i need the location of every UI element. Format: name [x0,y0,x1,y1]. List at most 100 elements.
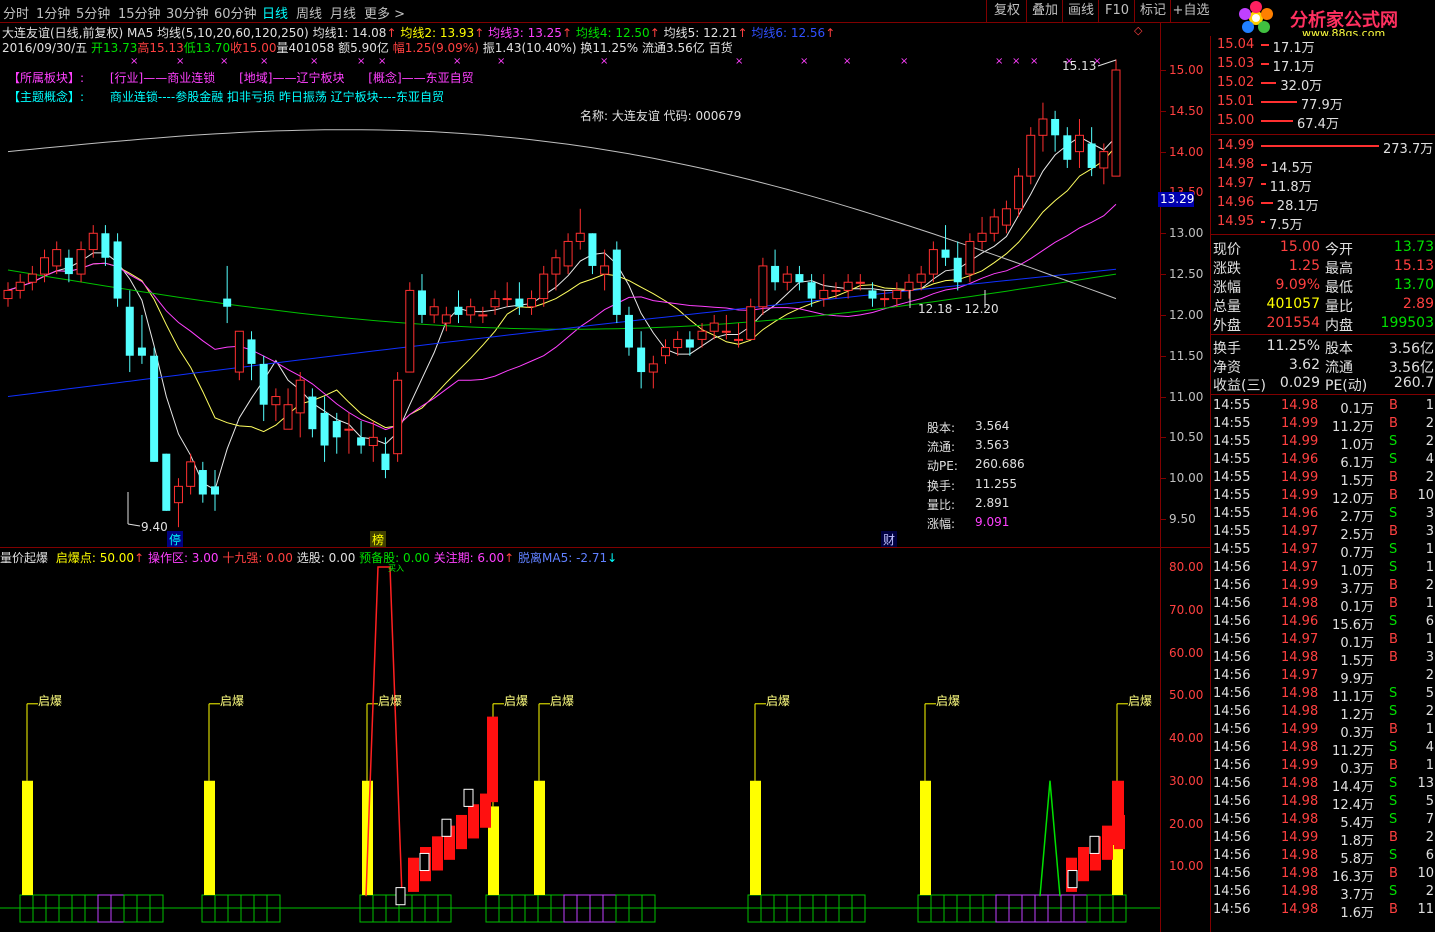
tick-row[interactable]: 14:55 14.99 11.2万 B 2 [1211,415,1435,435]
period-tab-60min[interactable]: 60分钟 [214,3,257,22]
period-tab-daily[interactable]: 日线 [262,3,288,22]
stair-block [1112,780,1124,845]
tick-price: 14.98 [1281,775,1319,791]
tag-finance[interactable]: 财 [881,531,898,548]
sector-concept[interactable]: [概念]——东亚自贸 [368,71,473,85]
candle-body [551,257,561,275]
price-tick [1161,478,1166,480]
candle-body [843,281,853,291]
period-tab-1min[interactable]: 1分钟 [36,3,70,22]
tick-row[interactable]: 14:55 14.96 2.7万 S 3 [1211,505,1435,525]
period-tab-5min[interactable]: 5分钟 [76,3,110,22]
price-chart[interactable]: × × × × × × × × × × × × × × × × × × × ◇ 大连友谊(日线,前复权) MA5 均线… [0,22,1160,548]
candle [405,282,415,373]
candle [977,216,987,250]
period-tab-fenshi[interactable]: 分时 [3,3,29,22]
tick-row[interactable]: 14:56 14.98 1.6万 B 11 [1211,901,1435,921]
tick-row[interactable]: 14:56 14.98 5.4万 S 7 [1211,811,1435,831]
candle [381,437,390,479]
tick-row[interactable]: 14:55 14.98 0.1万 B 1 [1211,397,1435,417]
tick-row[interactable]: 14:56 14.99 0.3万 B 1 [1211,721,1435,741]
tick-row[interactable]: 14:56 14.98 1.5万 B 3 [1211,649,1435,669]
candle [15,274,25,299]
fuquan-button[interactable]: 复权 [986,0,1027,22]
candle [101,225,110,266]
bid-volume-bar [1261,145,1379,147]
tag-halt[interactable]: 停 [167,531,184,548]
tick-row[interactable]: 14:56 14.98 11.1万 S 5 [1211,685,1435,705]
tick-row[interactable]: 14:56 14.99 0.3万 B 1 [1211,757,1435,777]
candle [162,453,171,511]
tick-price: 14.98 [1281,703,1319,719]
ask-volume-bar [1261,101,1297,103]
tick-row[interactable]: 14:55 14.97 0.7万 S 1 [1211,541,1435,561]
period-tab-15min[interactable]: 15分钟 [118,3,161,22]
candle [454,290,463,324]
tick-count: 1 [1425,757,1434,773]
sector-line: 【所属板块】: [行业]——商业连锁 [地域]——辽宁板块 [概念]——东亚自贸 [8,69,474,86]
tick-row[interactable]: 14:56 14.96 15.6万 S 6 [1211,613,1435,633]
watch-period-value: 关注期: 6.00 [433,551,505,565]
indicator-chart[interactable]: 买入 量价起爆 启爆点: 50.00↑ 操作区: 3.00 十九强: 0.00 … [0,548,1160,932]
tick-price: 14.96 [1281,505,1319,521]
qibao-label: 启爆 [550,693,575,708]
tick-price: 14.97 [1281,667,1319,683]
candle [198,461,207,503]
price-tick [1161,519,1166,520]
tick-row[interactable]: 14:56 14.97 9.9万 2 [1211,667,1435,687]
info-value: 9.091 [975,515,1010,529]
tick-time: 14:55 [1213,397,1251,413]
candle-body [941,249,950,258]
period-tab-monthly[interactable]: 月线 [330,3,356,22]
tick-price: 14.99 [1281,469,1319,485]
theme-line: 【主题概念】: 商业连锁----参股金融 扣非亏损 昨日振荡 辽宁板块----东… [8,88,444,105]
ask-price: 15.03 [1217,56,1255,71]
tick-row[interactable]: 14:56 14.98 3.7万 S 2 [1211,883,1435,903]
stair-block [468,804,479,839]
candle [819,274,829,307]
sector-region[interactable]: [地域]——辽宁板块 [239,71,344,85]
candle [502,282,512,307]
tick-side: S [1389,811,1398,827]
tick-row[interactable]: 14:56 14.98 12.4万 S 5 [1211,793,1435,813]
tag-list[interactable]: 榜 [370,531,387,548]
tick-row[interactable]: 14:56 14.98 16.3万 B 10 [1211,865,1435,885]
tick-row[interactable]: 14:55 14.99 1.0万 S 2 [1211,433,1435,453]
candle [660,339,670,364]
tick-row[interactable]: 14:56 14.99 1.8万 B 2 [1211,829,1435,849]
period-tab-more[interactable]: 更多 > [364,3,405,22]
tick-row[interactable]: 14:56 14.98 14.4万 S 13 [1211,775,1435,795]
tick-row[interactable]: 14:55 14.97 2.5万 B 3 [1211,523,1435,543]
indicator-axis: 80.00 70.00 60.00 50.00 40.00 30.00 20.00 10.00 [1160,548,1211,932]
tick-row[interactable]: 14:56 14.98 0.1万 B 1 [1211,595,1435,615]
tick-count: 5 [1425,793,1434,809]
candle-body [746,306,756,340]
period-tab-weekly[interactable]: 周线 [296,3,322,22]
quote-label: 最高 [1325,261,1353,277]
tick-row[interactable]: 14:56 14.99 3.7万 B 2 [1211,577,1435,597]
tick-row[interactable]: 14:56 14.98 1.2万 S 2 [1211,703,1435,723]
sector-industry[interactable]: [行业]——商业连锁 [110,71,215,85]
tick-row[interactable]: 14:56 14.98 5.8万 S 6 [1211,847,1435,867]
signal-box [1067,870,1078,889]
tick-row[interactable]: 14:56 14.97 0.1万 B 1 [1211,631,1435,651]
candle [904,274,914,299]
add-watchlist-button[interactable]: +自选 [1170,0,1211,22]
draw-line-button[interactable]: 画线 [1062,0,1099,22]
candle-body [795,274,804,283]
tick-row[interactable]: 14:55 14.99 12.0万 B 10 [1211,487,1435,507]
mark-button[interactable]: 标记 [1134,0,1171,22]
candle-body [210,486,219,495]
tick-row[interactable]: 14:56 14.97 1.0万 S 1 [1211,559,1435,579]
tick-row[interactable]: 14:55 14.96 6.1万 S 4 [1211,451,1435,471]
tick-time: 14:56 [1213,703,1251,719]
tick-count: 1 [1425,595,1434,611]
candle-body [721,330,731,333]
overlay-button[interactable]: 叠加 [1026,0,1063,22]
signal-box [395,887,406,906]
candle-body [855,281,865,284]
tick-row[interactable]: 14:56 14.98 11.2万 S 4 [1211,739,1435,759]
period-tab-30min[interactable]: 30分钟 [166,3,209,22]
tick-row[interactable]: 14:55 14.99 1.5万 B 2 [1211,469,1435,489]
f10-button[interactable]: F10 [1098,0,1135,22]
